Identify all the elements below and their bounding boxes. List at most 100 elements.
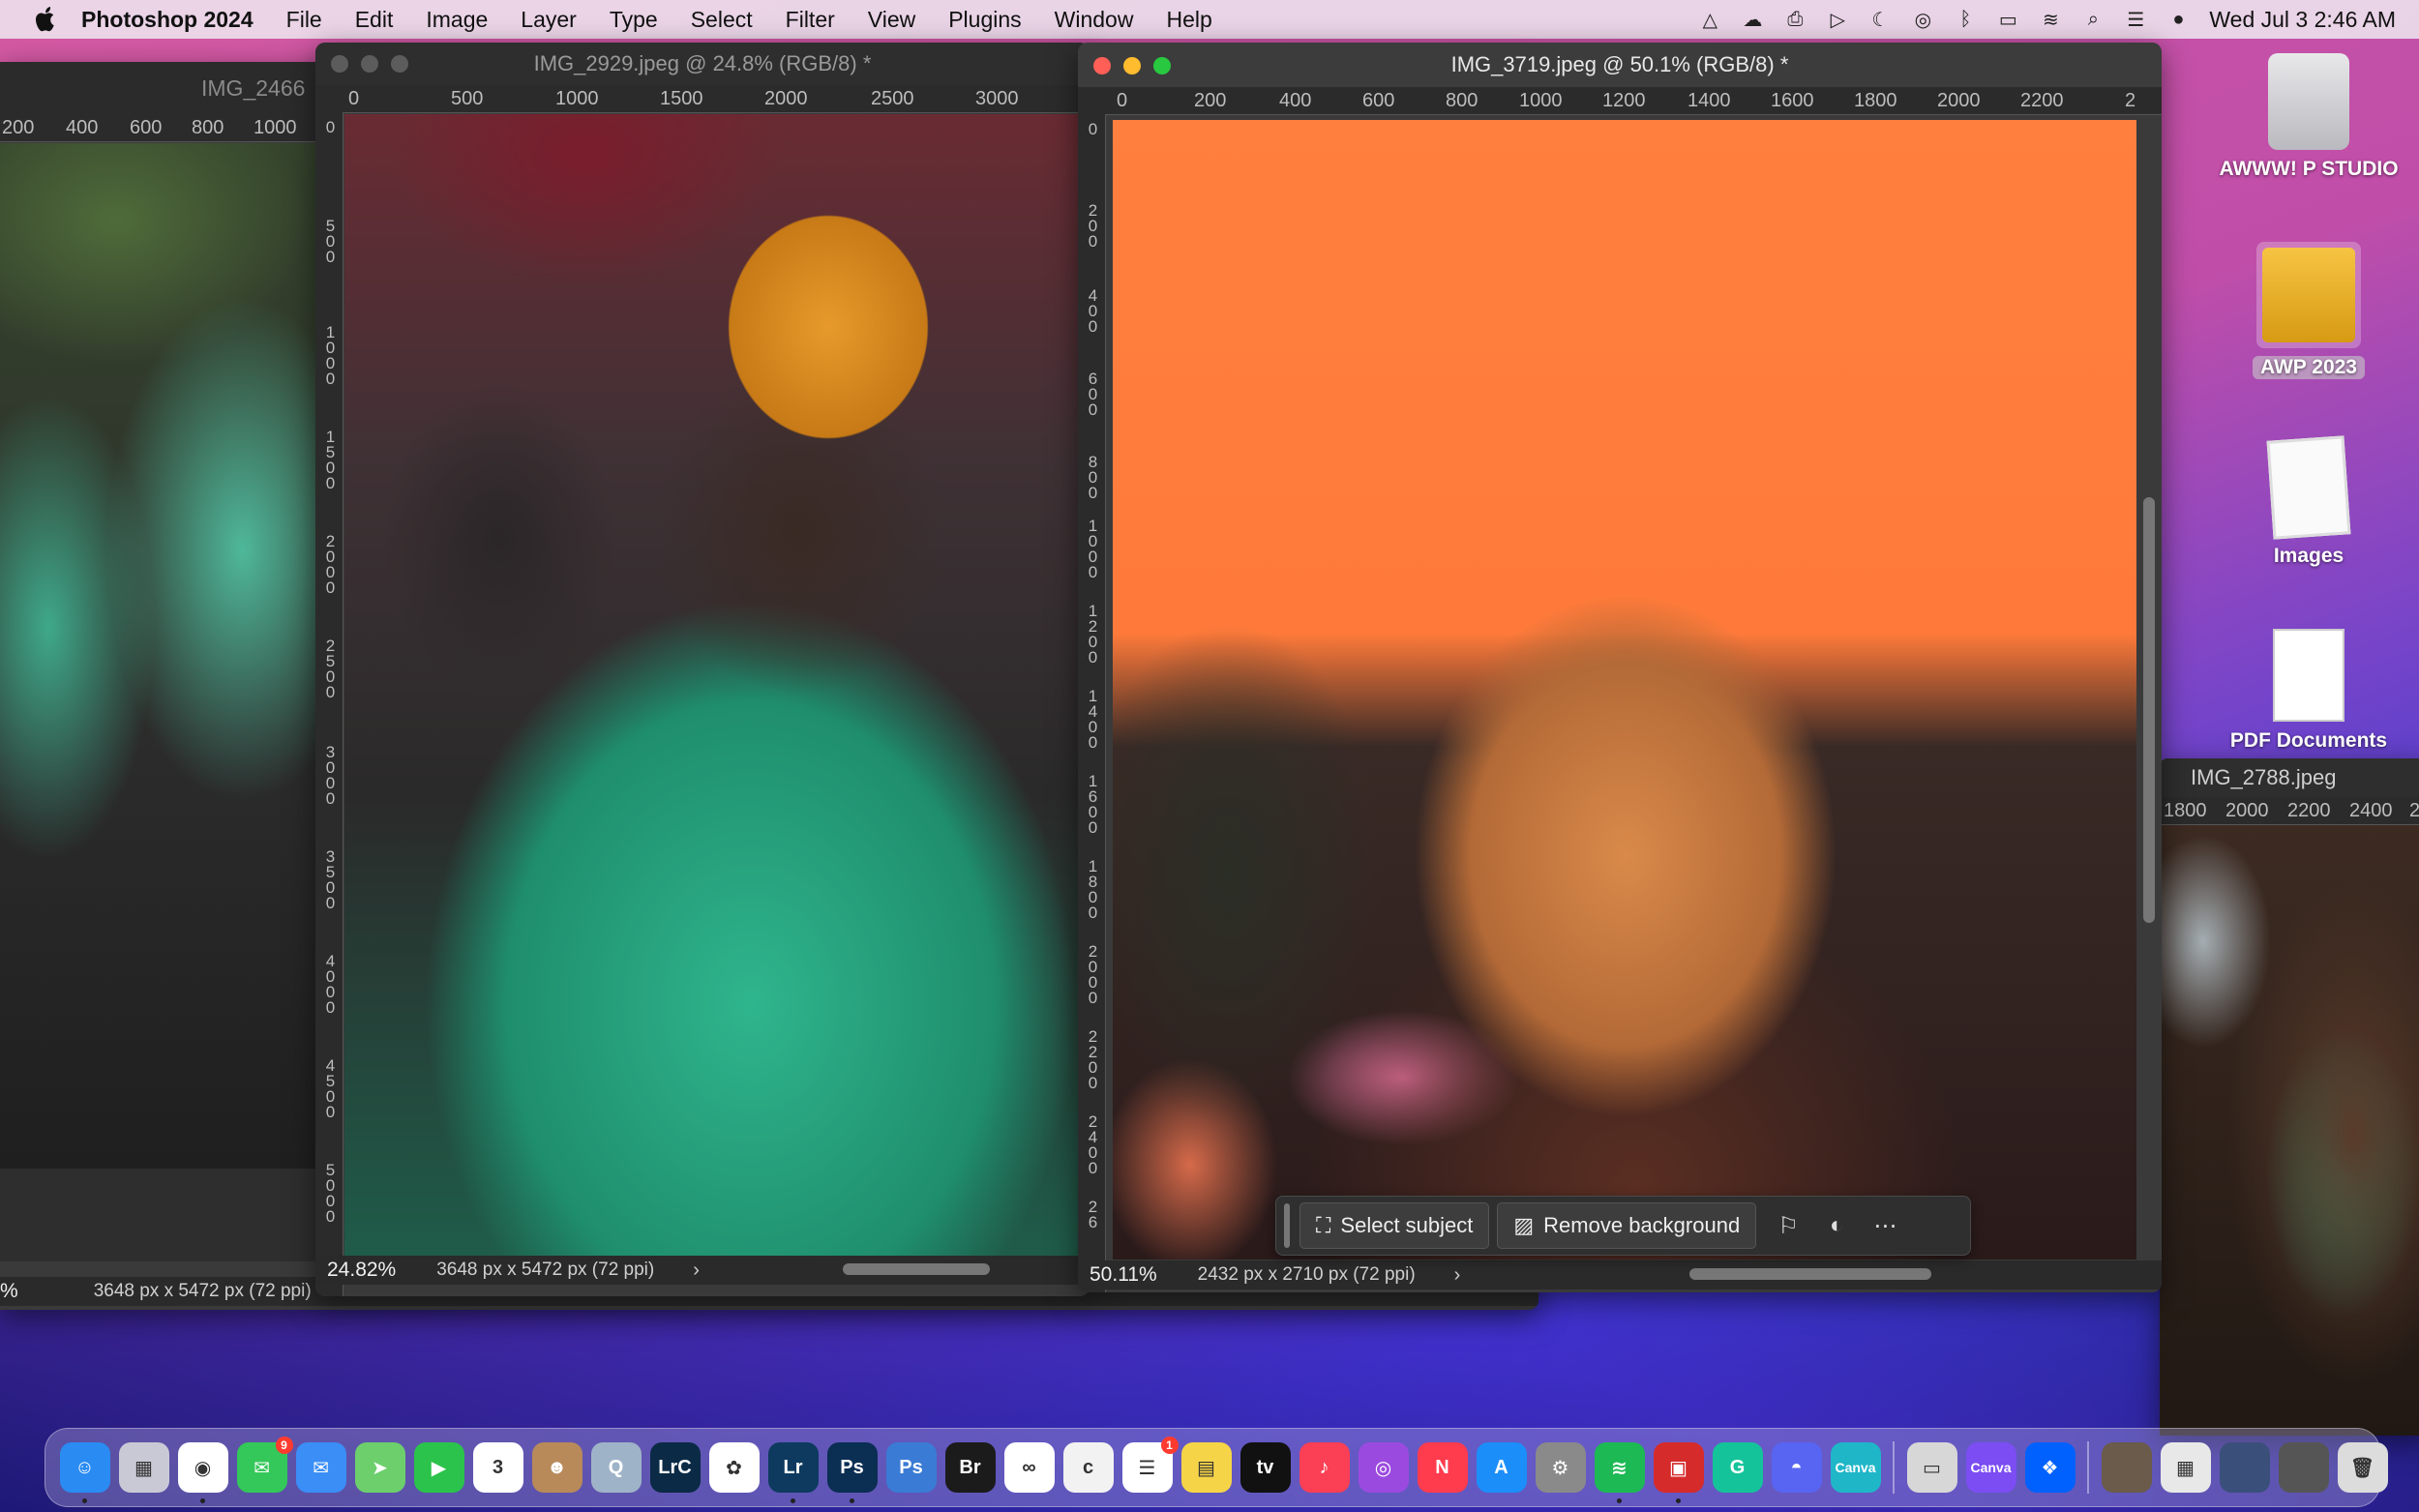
dock-app-lightroom-classic[interactable]: LrC	[649, 1442, 701, 1493]
airdrop-icon[interactable]: ◎	[1909, 8, 1936, 31]
photo-canvas[interactable]	[0, 143, 319, 1169]
menu-image[interactable]: Image	[409, 7, 504, 33]
dock-app-documents[interactable]	[2278, 1442, 2329, 1493]
dock-app-photos[interactable]: ✿	[708, 1442, 760, 1493]
dock-app-maps[interactable]: ➤	[354, 1442, 405, 1493]
dock-app-messages[interactable]: ✉ 9	[236, 1437, 293, 1493]
photo-canvas[interactable]	[2160, 825, 2419, 1436]
wifi-icon[interactable]: ≋	[2037, 8, 2064, 31]
menu-select[interactable]: Select	[674, 7, 769, 33]
drag-handle[interactable]	[1284, 1203, 1290, 1248]
zoom-button[interactable]	[1153, 57, 1171, 74]
dock-app-reminders[interactable]: ☰ 1	[1121, 1437, 1179, 1493]
zoom-level[interactable]: 24.82%	[315, 1259, 407, 1282]
adobe-icon[interactable]: △	[1696, 8, 1723, 31]
dock-app-chrome[interactable]: ◉	[177, 1442, 228, 1503]
dock-app-preview[interactable]: ▭	[1906, 1442, 1957, 1493]
minimize-button[interactable]	[361, 55, 378, 73]
adjustment-icon[interactable]: ◐	[1812, 1203, 1861, 1248]
window-img-2788[interactable]: IMG_2788.jpeg 1800 2000 2200 2400 260	[2160, 758, 2419, 1436]
dock-app-canva-desktop[interactable]: Canva	[1965, 1442, 2016, 1493]
dock-app-dropbox[interactable]: ❖	[2024, 1442, 2076, 1493]
desktop-icon-awp-2023[interactable]: AWP 2023	[2212, 242, 2405, 379]
zoom-level[interactable]: 50.11%	[1078, 1263, 1169, 1287]
apple-icon[interactable]	[29, 0, 62, 39]
dock-app-cricut[interactable]: c	[1062, 1442, 1114, 1493]
dock-app-calendar[interactable]: 3	[472, 1442, 523, 1493]
app-menu[interactable]: Photoshop 2024	[62, 7, 270, 33]
search-icon[interactable]: ⌕	[2079, 8, 2106, 31]
minimize-button[interactable]	[1123, 57, 1141, 74]
dock-app-discord[interactable]: ◓	[1771, 1442, 1822, 1493]
bluetooth-icon[interactable]: ᛒ	[1952, 8, 1979, 31]
control-center-icon[interactable]: ☰	[2122, 8, 2149, 31]
menu-plugins[interactable]: Plugins	[932, 7, 1037, 33]
dock-app-finder[interactable]: ☺	[59, 1442, 110, 1503]
desktop-icon-awww-p-studio[interactable]: AWWW! P STUDIO	[2212, 53, 2405, 181]
dock-app-creative-cloud[interactable]: ∞	[1003, 1442, 1055, 1493]
menu-view[interactable]: View	[851, 7, 932, 33]
select-subject-button[interactable]: ⛶ Select subject	[1299, 1202, 1490, 1249]
dock-app-quicktime[interactable]: Q	[590, 1442, 642, 1493]
menu-edit[interactable]: Edit	[339, 7, 410, 33]
desktop-icon-images[interactable]: Images	[2212, 435, 2405, 568]
horizontal-scrollbar[interactable]	[843, 1263, 990, 1275]
dock-app-app-store[interactable]: A	[1476, 1442, 1527, 1493]
dock-app-lightroom[interactable]: Lr	[767, 1442, 819, 1503]
horizontal-scrollbar[interactable]	[1689, 1268, 1931, 1280]
running-indicator	[790, 1498, 795, 1503]
dock-app-bridge[interactable]: Br	[944, 1442, 996, 1493]
menu-help[interactable]: Help	[1150, 7, 1228, 33]
window-img-3719[interactable]: IMG_3719.jpeg @ 50.1% (RGB/8) * 0 200 40…	[1078, 43, 2162, 1292]
dock-app-spotify[interactable]: ≋	[1594, 1442, 1645, 1503]
pin-icon[interactable]: ⚐	[1764, 1203, 1812, 1248]
dock-app-canva[interactable]: Canva	[1830, 1442, 1881, 1493]
dock-app-photoshop[interactable]: Ps	[826, 1442, 878, 1503]
dock-app-trash[interactable]: 🗑	[2337, 1442, 2388, 1493]
chevron-right-icon[interactable]: ›	[1416, 1264, 1461, 1287]
dock-app-photoshop-express[interactable]: Ps	[885, 1442, 937, 1493]
menu-file[interactable]: File	[270, 7, 339, 33]
photo-canvas[interactable]	[344, 114, 1090, 1256]
clock[interactable]: Wed Jul 3 2:46 AM	[2209, 7, 2396, 33]
chevron-right-icon[interactable]: ›	[654, 1260, 700, 1282]
siri-icon[interactable]: ●	[2165, 8, 2192, 31]
dock-app-downloads[interactable]	[2219, 1442, 2270, 1493]
menu-window[interactable]: Window	[1038, 7, 1150, 33]
window-title[interactable]: IMG_2929.jpeg @ 24.8% (RGB/8) *	[315, 43, 1090, 86]
dock-app-notes[interactable]: ▤	[1180, 1442, 1232, 1493]
window-title[interactable]: IMG_2788.jpeg	[2160, 758, 2419, 798]
window-title[interactable]: IMG_3719.jpeg @ 50.1% (RGB/8) *	[1078, 43, 2162, 88]
battery-icon[interactable]: ▭	[1994, 8, 2021, 31]
dock-app-mail[interactable]: ✉	[295, 1442, 346, 1493]
menu-layer[interactable]: Layer	[504, 7, 593, 33]
dock-app-news[interactable]: N	[1417, 1442, 1468, 1493]
printer-icon[interactable]: ⎙	[1781, 8, 1808, 31]
zoom-button[interactable]	[391, 55, 408, 73]
dock-app-contacts[interactable]: ☻	[531, 1442, 582, 1493]
dock-app-screenshots[interactable]: ▦	[2160, 1442, 2211, 1493]
dock-app-photo-booth[interactable]: ▣	[1653, 1442, 1704, 1503]
vertical-scrollbar[interactable]	[2143, 497, 2155, 923]
close-button[interactable]	[1093, 57, 1111, 74]
desktop-icon-pdf-documents[interactable]: PDF Documents	[2212, 629, 2405, 753]
menu-type[interactable]: Type	[593, 7, 674, 33]
dock-app-launchpad[interactable]: ▦	[118, 1442, 169, 1493]
play-icon[interactable]: ▷	[1824, 8, 1851, 31]
dock-app-podcasts[interactable]: ◎	[1358, 1442, 1409, 1493]
close-button[interactable]	[331, 55, 348, 73]
creative-cloud-icon[interactable]: ☁	[1739, 8, 1766, 31]
dock-app-music[interactable]: ♪	[1299, 1442, 1350, 1493]
dock-app-facetime[interactable]: ▶	[413, 1442, 464, 1493]
remove-background-button[interactable]: ▨ Remove background	[1497, 1202, 1757, 1249]
zoom-level[interactable]: %	[0, 1280, 30, 1303]
more-options-icon[interactable]: ⋯	[1861, 1203, 1909, 1248]
moon-icon[interactable]: ☾	[1867, 8, 1894, 31]
dock-app-grammarly[interactable]: G	[1712, 1442, 1763, 1493]
dock-app-recent-image[interactable]	[2101, 1442, 2152, 1493]
dock-app-system-settings[interactable]: ⚙	[1535, 1442, 1586, 1493]
menu-filter[interactable]: Filter	[769, 7, 851, 33]
photo-canvas[interactable]	[1113, 120, 2136, 1260]
dock-app-apple-tv[interactable]: tv	[1239, 1442, 1291, 1493]
window-img-2929[interactable]: IMG_2929.jpeg @ 24.8% (RGB/8) * 0 500 10…	[315, 43, 1090, 1296]
